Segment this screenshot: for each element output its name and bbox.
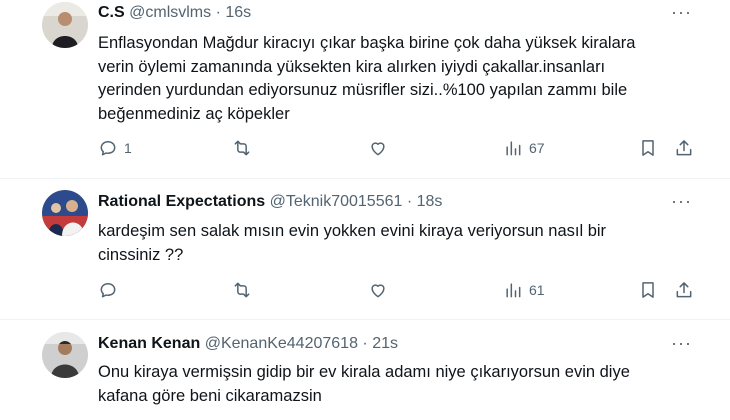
like-button[interactable] xyxy=(368,138,388,158)
more-options-icon[interactable]: ··· xyxy=(671,191,692,212)
retweet-button[interactable] xyxy=(232,138,252,158)
tweet-text: Onu kiraya vermişsin gidip bir ev kirala… xyxy=(98,363,630,405)
views-button[interactable]: 67 xyxy=(503,138,545,158)
author-name[interactable]: Kenan Kenan xyxy=(98,335,200,352)
timestamp[interactable]: 16s xyxy=(225,4,251,21)
avatar[interactable] xyxy=(42,2,88,48)
tweet[interactable]: Kenan Kenan @KenanKe44207618 · 21s ··· O… xyxy=(0,320,730,420)
reply-count: 1 xyxy=(124,140,132,156)
bookmark-icon xyxy=(642,140,654,156)
views-icon xyxy=(506,141,521,156)
like-icon xyxy=(371,284,385,298)
share-icon xyxy=(676,282,692,298)
timestamp[interactable]: 18s xyxy=(417,193,443,210)
avatar[interactable] xyxy=(42,332,88,378)
views-icon xyxy=(506,283,521,298)
more-options-icon[interactable]: ··· xyxy=(671,2,692,23)
retweet-icon xyxy=(234,282,250,298)
like-icon xyxy=(371,142,385,156)
separator-dot: · xyxy=(406,193,413,210)
reply-button[interactable] xyxy=(98,280,124,300)
share-icon xyxy=(676,140,692,156)
author-name[interactable]: C.S xyxy=(98,4,125,21)
bookmark-button[interactable] xyxy=(638,280,658,300)
tweet-text: kardeşim sen salak mısın evin yokken evi… xyxy=(98,222,607,264)
bookmark-button[interactable] xyxy=(638,138,658,158)
retweet-icon xyxy=(234,140,250,156)
avatar[interactable] xyxy=(42,190,88,236)
author-handle[interactable]: @Teknik70015561 xyxy=(270,193,403,210)
tweet-text: Enflasyondan Mağdur kiracıyı çıkar başka… xyxy=(98,34,636,123)
author-name[interactable]: Rational Expectations xyxy=(98,193,265,210)
share-button[interactable] xyxy=(674,280,694,300)
views-count: 61 xyxy=(529,282,545,298)
views-count: 67 xyxy=(529,140,545,156)
reply-icon xyxy=(100,283,116,298)
bookmark-icon xyxy=(642,282,654,298)
separator-dot: · xyxy=(215,4,221,21)
tweet[interactable]: Rational Expectations @Teknik70015561 · … xyxy=(0,180,730,320)
more-options-icon[interactable]: ··· xyxy=(671,333,692,354)
reply-button[interactable]: 1 xyxy=(98,138,132,158)
share-button[interactable] xyxy=(674,138,694,158)
action-bar: 61 xyxy=(0,280,730,304)
reply-icon xyxy=(100,141,116,156)
timestamp[interactable]: 21s xyxy=(372,335,398,352)
separator-dot: · xyxy=(362,335,368,352)
divider xyxy=(0,178,730,179)
author-handle[interactable]: @cmlsvlms xyxy=(129,4,211,21)
author-handle[interactable]: @KenanKe44207618 xyxy=(205,335,358,352)
action-bar: 1 67 xyxy=(0,138,730,162)
views-button[interactable]: 61 xyxy=(503,280,545,300)
tweet[interactable]: C.S @cmlsvlms · 16s ··· Enflasyondan Mağ… xyxy=(0,0,730,180)
retweet-button[interactable] xyxy=(232,280,252,300)
like-button[interactable] xyxy=(368,280,388,300)
